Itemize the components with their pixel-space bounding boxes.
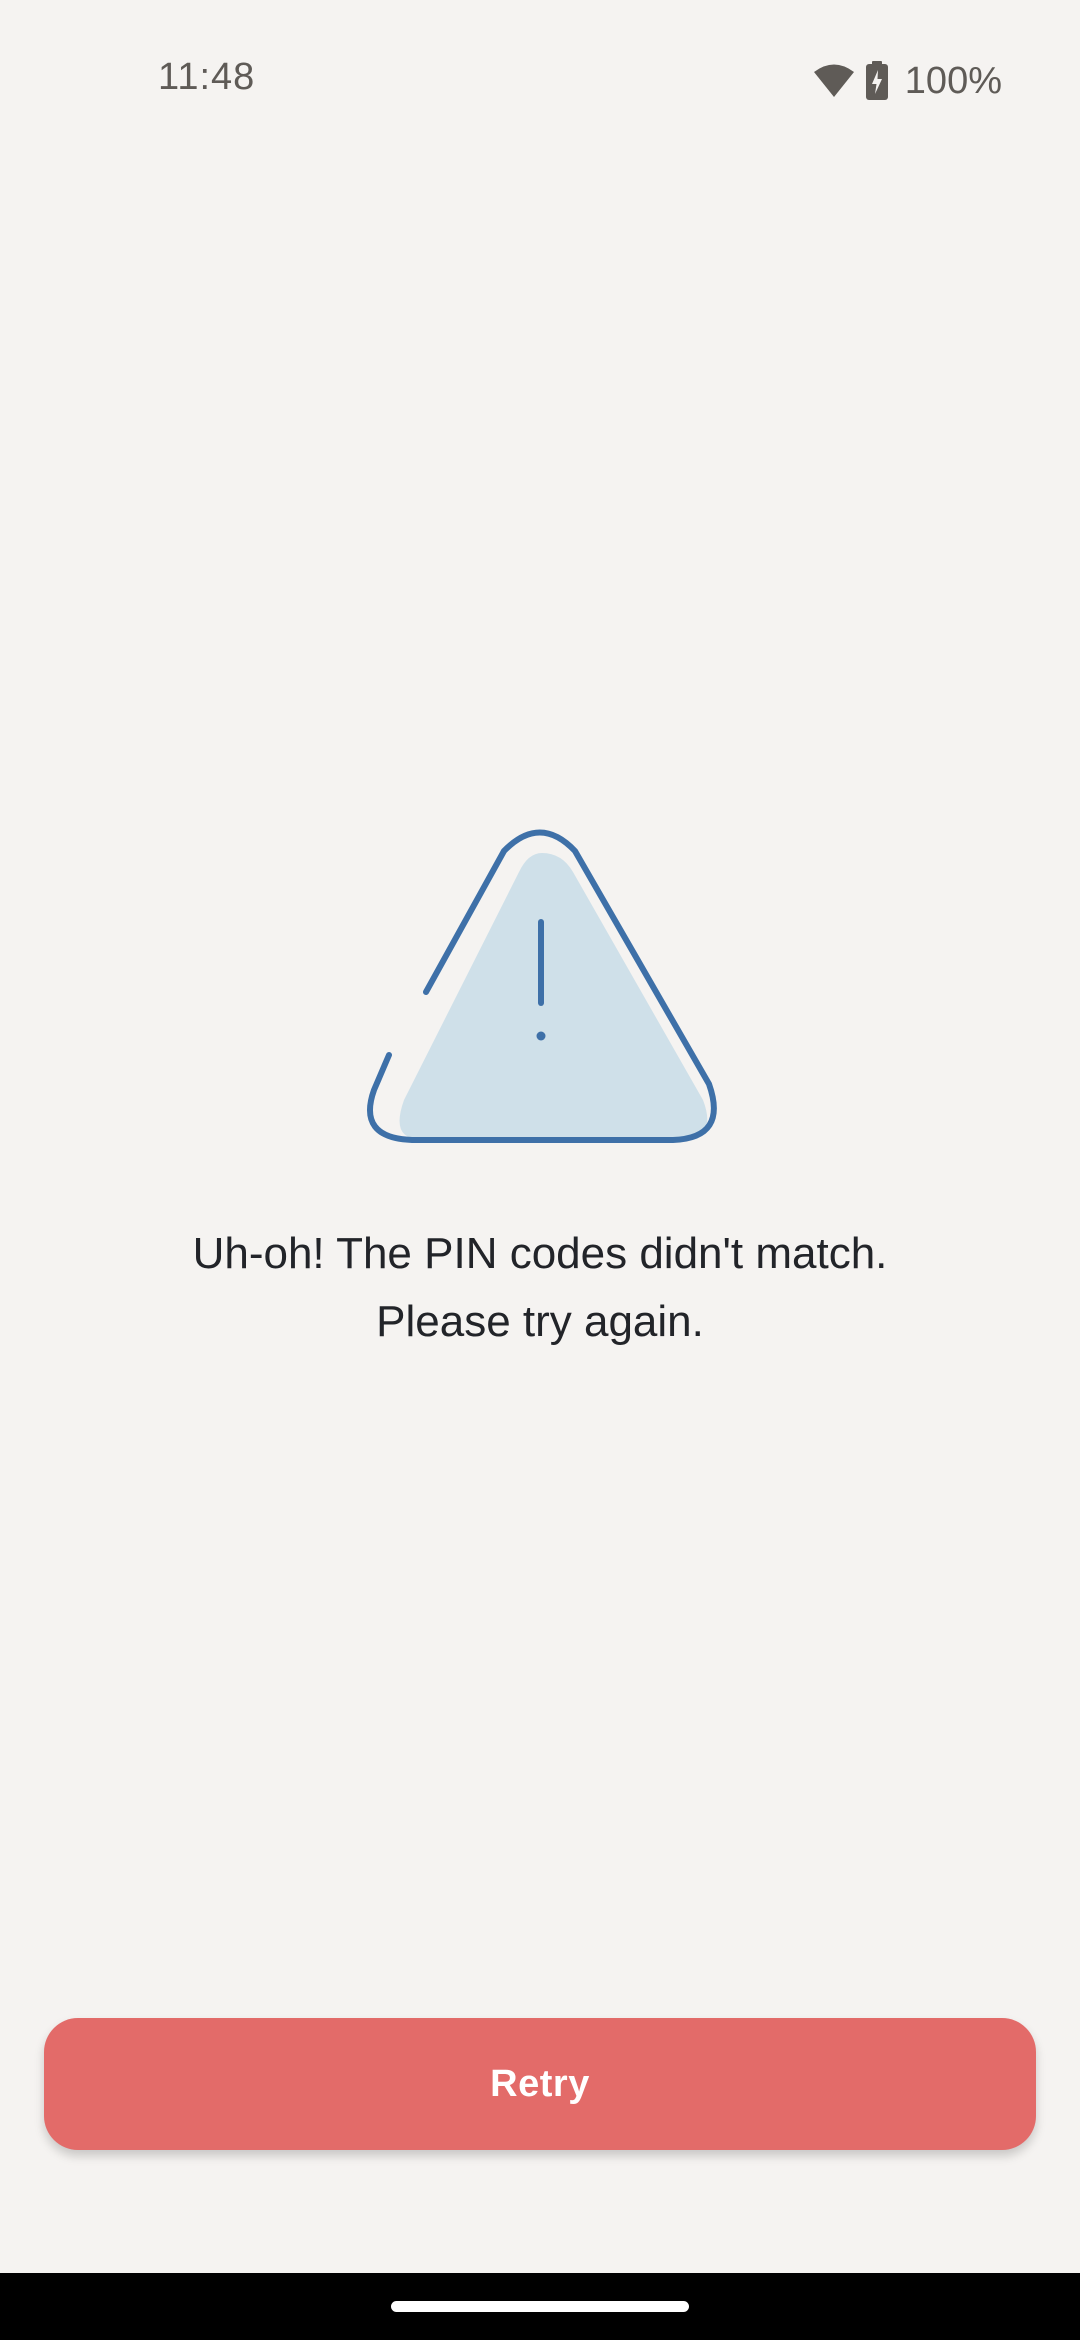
error-message-line-1: Uh-oh! The PIN codes didn't match. [192,1229,888,1278]
status-icons: 100% [813,56,1002,106]
battery-percentage: 100% [904,59,1002,102]
wifi-icon [813,64,854,97]
warning-triangle-icon [367,829,717,1143]
error-message: Uh-oh! The PIN codes didn't match. Pleas… [60,1220,1020,1356]
navigation-bar [0,2273,1080,2340]
pin-mismatch-screen: 11:48 100% Uh-oh! The PIN codes didn't m… [0,0,1080,2340]
home-indicator[interactable] [391,2301,689,2312]
status-time: 11:48 [158,56,256,98]
status-bar: 11:48 100% [0,0,1080,160]
battery-charging-icon [865,61,888,100]
error-message-line-2: Please try again. [376,1297,704,1346]
retry-button[interactable]: Retry [44,2018,1036,2150]
